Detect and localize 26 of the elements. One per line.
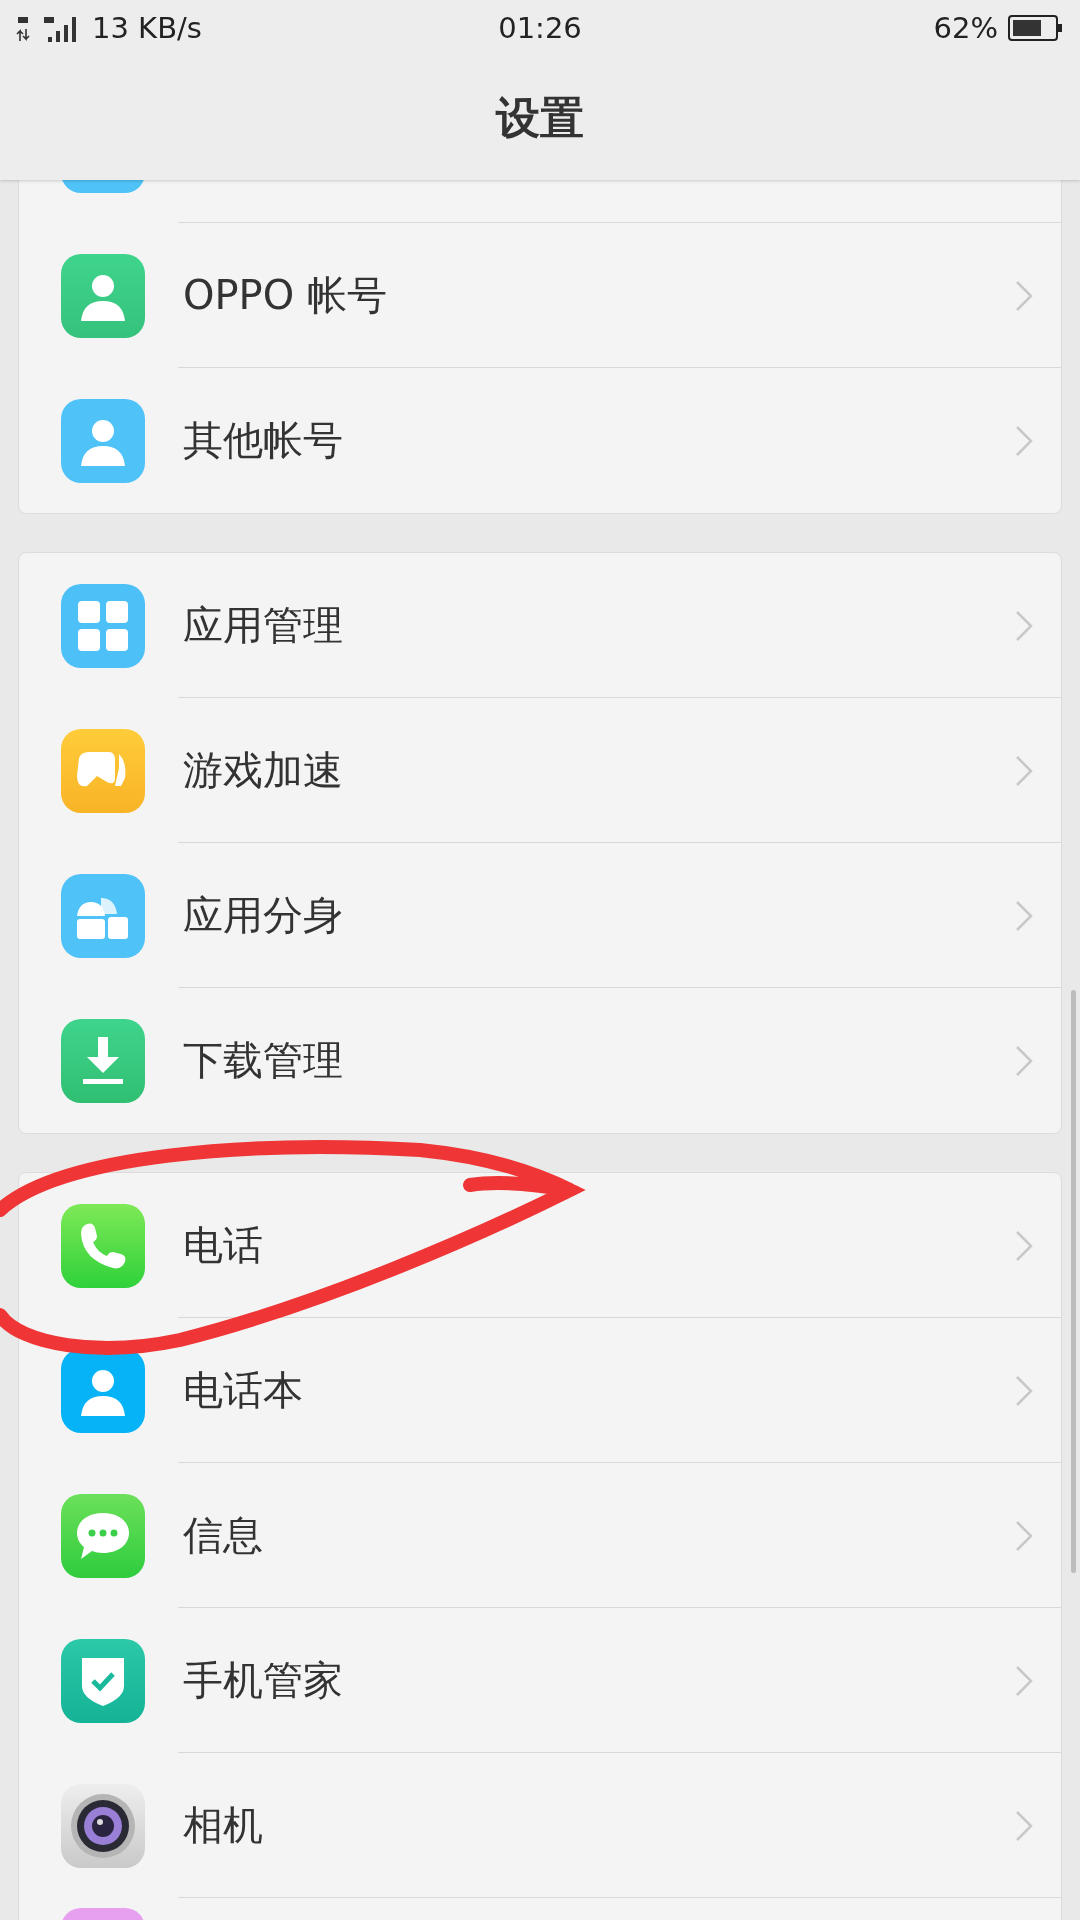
network-speed: 13 KB/s (92, 11, 202, 45)
page-title: 设置 (496, 90, 584, 145)
settings-item[interactable]: 应用管理 (19, 553, 1061, 698)
item-label: 相机 (183, 1801, 264, 1850)
battery-percent: 62% (933, 11, 998, 45)
settings-item[interactable]: 电话 (19, 1173, 1061, 1318)
item-label: 应用分身 (183, 891, 344, 940)
item-label: 其他帐号 (183, 416, 344, 465)
item-label: 下载管理 (183, 1036, 344, 1085)
item-label: 电话本 (183, 1366, 304, 1415)
item-label: 信息 (183, 1511, 264, 1560)
settings-item[interactable]: 其他帐号 (19, 368, 1061, 513)
settings-item[interactable]: OPPO 帐号 (19, 223, 1061, 368)
settings-item[interactable]: 手机管家 (19, 1608, 1061, 1753)
item-label: 应用管理 (183, 601, 344, 650)
settings-item[interactable]: 信息 (19, 1463, 1061, 1608)
settings-item[interactable]: 游戏加速 (19, 698, 1061, 843)
settings-item[interactable]: 电话本 (19, 1318, 1061, 1463)
settings-item[interactable]: 相机 (19, 1753, 1061, 1898)
clock-time: 01:26 (498, 11, 582, 45)
item-label: OPPO 帐号 (183, 271, 388, 320)
item-label: 游戏加速 (183, 746, 344, 795)
settings-item[interactable]: 下载管理 (19, 988, 1061, 1133)
item-label: 手机管家 (183, 1656, 344, 1705)
item-label: 电话 (183, 1221, 264, 1270)
settings-item[interactable]: 应用分身 (19, 843, 1061, 988)
